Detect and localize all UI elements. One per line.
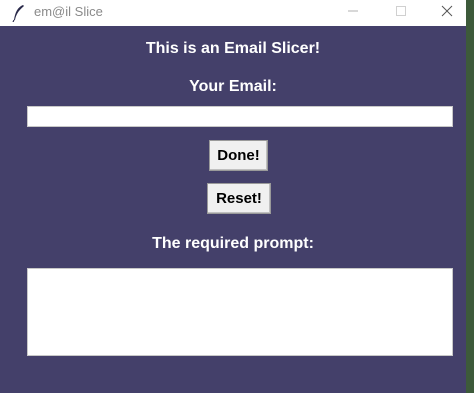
window-title: em@il Slice [34, 4, 103, 19]
email-label: Your Email: [189, 78, 277, 95]
prompt-label: The required prompt: [152, 235, 314, 252]
maximize-button[interactable] [378, 0, 424, 26]
email-input[interactable] [27, 106, 453, 127]
done-button[interactable]: Done! [209, 140, 268, 171]
prompt-output[interactable] [27, 268, 453, 356]
close-icon [441, 4, 453, 22]
title-bar[interactable]: em@il Slice [0, 0, 466, 26]
app-heading: This is an Email Slicer! [145, 40, 321, 57]
minimize-icon [347, 4, 359, 22]
minimize-button[interactable] [330, 0, 376, 26]
app-window: em@il Slice This is an Email Slicer! You… [0, 0, 466, 393]
close-button[interactable] [424, 0, 470, 26]
feather-icon [12, 4, 26, 23]
reset-button[interactable]: Reset! [207, 183, 271, 214]
maximize-icon [395, 4, 407, 22]
